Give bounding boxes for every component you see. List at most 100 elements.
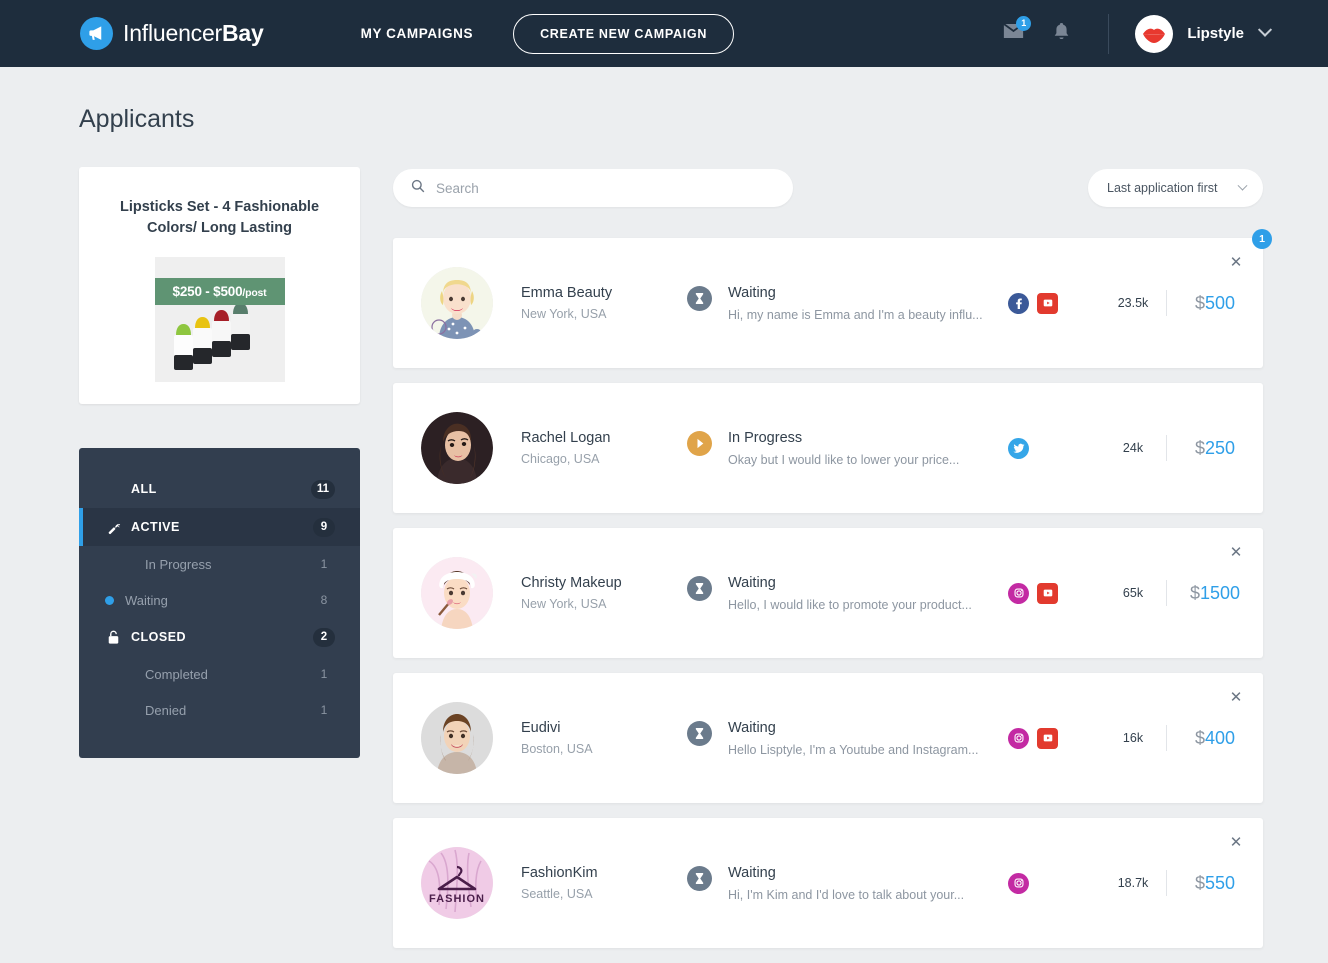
instagram-icon[interactable] — [1008, 727, 1029, 749]
search-icon — [411, 179, 425, 198]
applicant-name: Christy Makeup — [521, 575, 622, 591]
unread-badge[interactable]: 1 — [1252, 229, 1272, 249]
applicant-identity: FashionKim Seattle, USA — [521, 865, 681, 901]
status-dot-icon — [105, 595, 114, 605]
filter-count: 11 — [310, 479, 335, 499]
applicant-message: Hello Lisptyle, I'm a Youtube and Instag… — [728, 742, 979, 757]
hourglass-icon — [687, 865, 712, 891]
youtube-icon[interactable] — [1037, 727, 1058, 749]
bell-icon — [1053, 22, 1070, 46]
nav-my-campaigns[interactable]: MY CAMPAIGNS — [361, 26, 473, 41]
applicant-status: In Progress Okay but I would like to low… — [687, 430, 1008, 467]
filter-item-in-progress[interactable]: In Progress 1 — [79, 546, 360, 582]
filter-count: 9 — [313, 517, 335, 537]
messages-badge: 1 — [1016, 15, 1032, 31]
twitter-icon[interactable] — [1008, 437, 1029, 459]
applicant-identity: Eudivi Boston, USA — [521, 720, 681, 756]
avatar — [1135, 14, 1174, 53]
messages-button[interactable]: 1 — [996, 15, 1032, 51]
header-actions: 1 Lipstyle — [996, 13, 1273, 54]
brand-logo[interactable]: InfluencerBay — [80, 17, 264, 50]
create-new-campaign-button[interactable]: CREATE NEW CAMPAIGN — [513, 13, 735, 54]
user-name: Lipstyle — [1187, 25, 1244, 42]
applicant-location: Boston, USA — [521, 742, 593, 756]
applicant-avatar: FASHION — [421, 847, 493, 919]
instagram-icon[interactable] — [1008, 582, 1029, 604]
applicant-location: New York, USA — [521, 597, 607, 611]
search-box[interactable] — [393, 169, 793, 207]
applicant-row[interactable]: ✕ FASHION FashionKim Seattle, USA Waitin… — [393, 818, 1263, 948]
hourglass-icon — [687, 575, 712, 601]
campaign-price-ribbon: $250 - $500/post — [154, 278, 285, 306]
filter-label: ACTIVE — [131, 520, 180, 535]
user-menu[interactable]: Lipstyle — [1135, 14, 1273, 53]
status-label: Waiting — [728, 864, 776, 881]
filter-item-all[interactable]: ALL 11 — [79, 470, 360, 508]
applicant-row[interactable]: ✕ — [393, 673, 1263, 803]
left-sidebar: Lipsticks Set - 4 Fashionable Colors/ Lo… — [79, 167, 360, 759]
youtube-icon[interactable] — [1037, 292, 1058, 314]
price-currency: $ — [1194, 292, 1205, 313]
applicant-avatar — [421, 267, 493, 339]
status-label: In Progress — [728, 429, 803, 446]
hourglass-icon — [687, 285, 712, 311]
svg-text:FASHION: FASHION — [429, 893, 485, 905]
applicant-price: $550 — [1167, 873, 1263, 894]
filter-count: 1 — [320, 703, 328, 718]
applicant-location: Chicago, USA — [521, 452, 600, 466]
filter-item-closed[interactable]: CLOSED 2 — [79, 618, 360, 656]
applicant-avatar — [421, 412, 493, 484]
brand-name-bold: Bay — [222, 20, 264, 46]
brand-name-light: Influencer — [123, 20, 223, 46]
instagram-icon[interactable] — [1008, 872, 1029, 894]
dismiss-applicant-button[interactable]: ✕ — [1228, 690, 1244, 706]
filter-label: Waiting — [125, 592, 168, 608]
applicant-message: Hi, my name is Emma and I'm a beauty inf… — [728, 307, 983, 322]
campaign-summary-card: Lipsticks Set - 4 Fashionable Colors/ Lo… — [79, 167, 360, 405]
social-icons — [1008, 872, 1100, 894]
applicant-status: Waiting Hello Lisptyle, I'm a Youtube an… — [687, 720, 1008, 757]
applicant-row[interactable]: Rachel Logan Chicago, USA In Progress Ok… — [393, 383, 1263, 513]
notifications-button[interactable] — [1044, 17, 1078, 51]
applicant-location: New York, USA — [521, 307, 607, 321]
price-currency: $ — [1194, 727, 1205, 748]
dismiss-applicant-button[interactable]: ✕ — [1228, 835, 1244, 851]
sort-selected-label: Last application first — [1107, 181, 1218, 195]
applicant-price: $1500 — [1167, 583, 1263, 604]
price-value: 250 — [1204, 437, 1236, 458]
filter-label: Completed — [145, 666, 208, 682]
filter-item-completed[interactable]: Completed 1 — [79, 656, 360, 692]
filter-count: 1 — [320, 557, 328, 572]
filter-label: In Progress — [145, 556, 212, 572]
dismiss-applicant-button[interactable]: ✕ — [1228, 545, 1244, 561]
search-input[interactable] — [436, 180, 775, 196]
price-currency: $ — [1189, 582, 1200, 603]
applicant-name: Emma Beauty — [521, 285, 613, 301]
dismiss-applicant-button[interactable]: ✕ — [1228, 255, 1244, 271]
price-currency: $ — [1194, 872, 1205, 893]
facebook-icon[interactable] — [1008, 292, 1029, 314]
status-label: Waiting — [728, 284, 776, 301]
sort-dropdown[interactable]: Last application first — [1088, 169, 1263, 207]
filter-item-active[interactable]: ACTIVE 9 — [79, 508, 360, 547]
lipsticks-photo — [173, 303, 250, 371]
header-divider — [1108, 13, 1110, 54]
applicant-row[interactable]: 1 ✕ Emma Beauty New York, USA Waiting Hi… — [393, 229, 1272, 368]
status-filter-list: ALL 11 ACTIVE 9 In Progress 1 Waiting 8 … — [79, 448, 360, 759]
social-icons — [1008, 437, 1100, 459]
filter-item-waiting[interactable]: Waiting 8 — [79, 582, 360, 618]
filter-item-denied[interactable]: Denied 1 — [79, 692, 360, 728]
applicant-name: FashionKim — [521, 865, 598, 881]
youtube-icon[interactable] — [1037, 582, 1058, 604]
follower-count: 24k — [1122, 441, 1144, 455]
social-icons — [1008, 727, 1100, 749]
filter-count: 8 — [320, 593, 328, 608]
filter-count: 2 — [313, 627, 335, 647]
campaign-title: Lipsticks Set - 4 Fashionable Colors/ Lo… — [119, 199, 320, 237]
campaign-price-range: $250 - $500 — [172, 284, 243, 300]
campaign-thumbnail: $250 - $500/post — [154, 257, 285, 383]
applicants-list: 1 ✕ Emma Beauty New York, USA Waiting Hi… — [393, 229, 1272, 948]
applicant-status: Waiting Hi, I'm Kim and I'd love to talk… — [687, 865, 1008, 902]
applicant-location: Seattle, USA — [521, 887, 593, 901]
applicant-row[interactable]: ✕ — [393, 528, 1263, 658]
